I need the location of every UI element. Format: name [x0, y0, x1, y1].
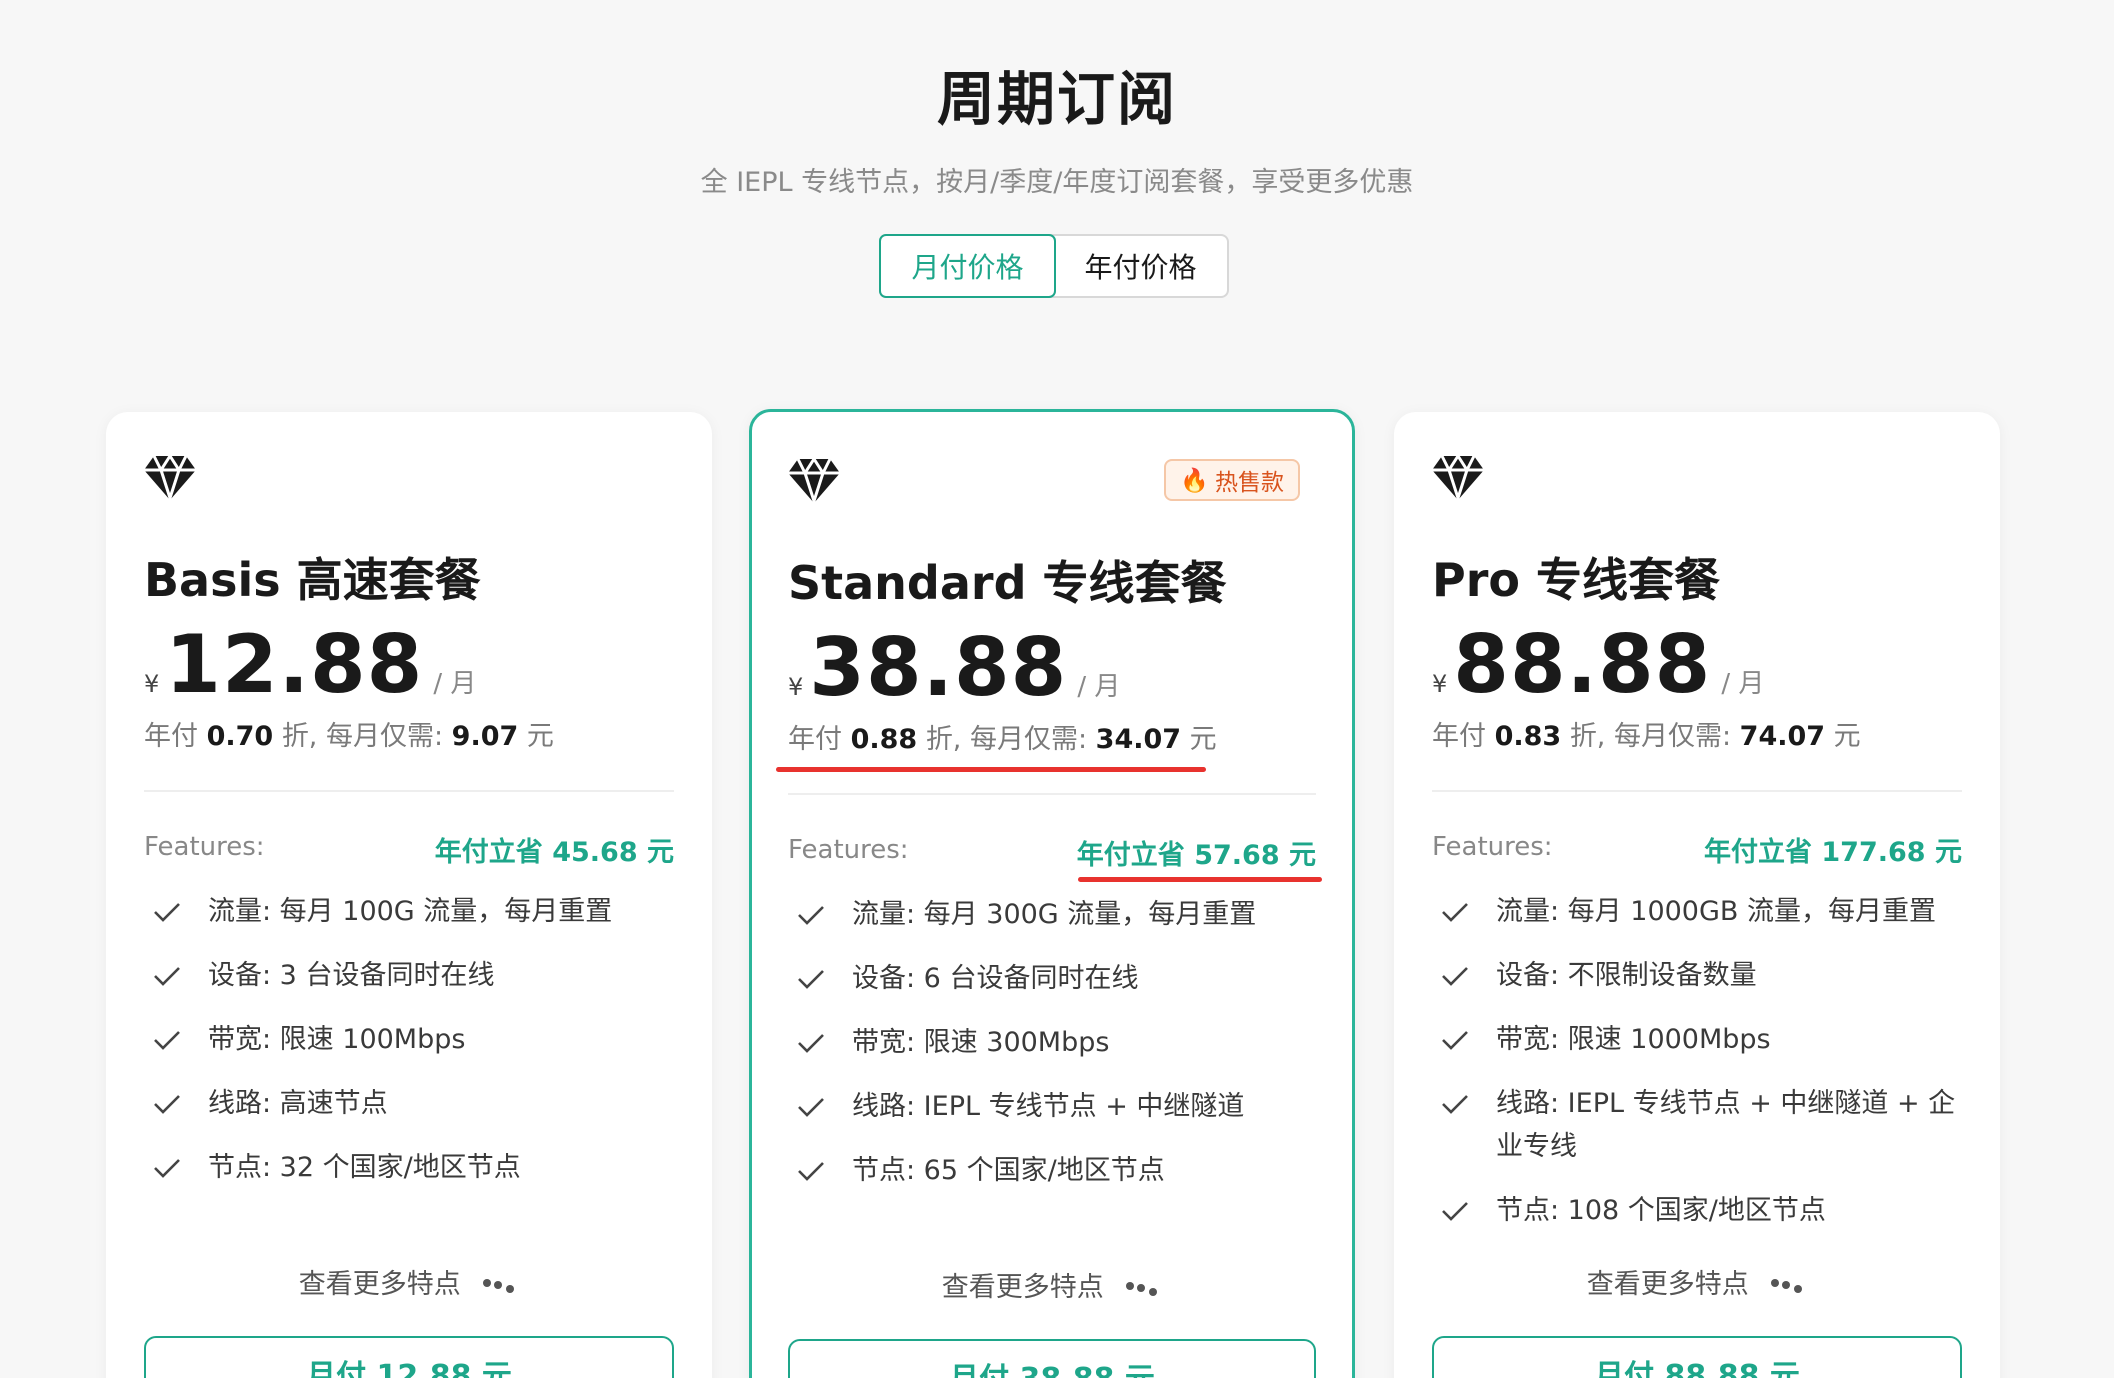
plan-price: 12.88	[165, 618, 424, 711]
check-icon	[1442, 903, 1468, 922]
feature-item: 流量: 每月 1000GB 流量，每月重置	[1440, 890, 1962, 933]
buy-monthly-button[interactable]: 月付 12.88 元	[144, 1336, 674, 1378]
check-icon	[798, 906, 824, 925]
view-more-features-link[interactable]: 查看更多特点	[144, 1262, 674, 1301]
page-title: 周期订阅	[936, 65, 1177, 133]
feature-item: 带宽: 限速 100Mbps	[152, 1018, 674, 1061]
price-row: ¥ 38.88 / 月	[788, 621, 1120, 714]
price-period: / 月	[1721, 669, 1765, 699]
check-icon	[798, 1034, 824, 1053]
price-period: / 月	[433, 669, 477, 699]
features-label: Features:	[1432, 832, 1553, 862]
check-icon	[798, 1162, 824, 1181]
price-period: / 月	[1077, 672, 1121, 702]
price-row: ¥ 12.88 / 月	[144, 618, 476, 711]
diamond-icon	[788, 457, 840, 503]
plan-name: Basis 高速套餐	[144, 553, 481, 607]
feature-item: 节点: 32 个国家/地区节点	[152, 1146, 674, 1189]
feature-list: 流量: 每月 300G 流量，每月重置 设备: 6 台设备同时在线 带宽: 限速…	[796, 893, 1316, 1213]
feature-item: 设备: 3 台设备同时在线	[152, 954, 674, 997]
fire-icon: 🔥	[1180, 467, 1209, 494]
check-icon	[154, 967, 180, 986]
feature-list: 流量: 每月 100G 流量，每月重置 设备: 3 台设备同时在线 带宽: 限速…	[152, 890, 674, 1210]
plan-name: Standard 专线套餐	[788, 556, 1227, 610]
check-icon	[154, 903, 180, 922]
feature-item: 线路: IEPL 专线节点 + 中继隧道 + 企业专线	[1440, 1082, 1962, 1168]
page-subtitle: 全 IEPL 专线节点，按月/季度/年度订阅套餐，享受更多优惠	[700, 167, 1414, 198]
feature-list: 流量: 每月 1000GB 流量，每月重置 设备: 不限制设备数量 带宽: 限速…	[1440, 890, 1962, 1253]
annotation-underline	[1078, 877, 1322, 882]
dots-icon	[1126, 1281, 1158, 1296]
annual-discount-note: 年付 0.88 折, 每月仅需: 34.07 元	[788, 724, 1217, 755]
yearly-price-tab[interactable]: 年付价格	[1054, 236, 1227, 296]
plan-price: 88.88	[1453, 618, 1712, 711]
check-icon	[1442, 1031, 1468, 1050]
features-label: Features:	[144, 832, 265, 862]
billing-toggle: 月付价格 年付价格	[879, 234, 1229, 298]
check-icon	[154, 1159, 180, 1178]
buy-monthly-button[interactable]: 月付 38.88 元	[788, 1339, 1316, 1378]
buy-monthly-button[interactable]: 月付 88.88 元	[1432, 1336, 1962, 1378]
feature-item: 流量: 每月 100G 流量，每月重置	[152, 890, 674, 933]
annotation-underline	[776, 767, 1206, 772]
feature-item: 带宽: 限速 300Mbps	[796, 1021, 1316, 1064]
divider	[788, 793, 1316, 795]
hot-sale-badge: 🔥 热售款	[1164, 459, 1300, 501]
check-icon	[154, 1095, 180, 1114]
plan-card-standard: 🔥 热售款 Standard 专线套餐 ¥ 38.88 / 月 年付 0.88 …	[749, 409, 1355, 1378]
feature-item: 设备: 不限制设备数量	[1440, 954, 1962, 997]
plan-price: 38.88	[809, 621, 1068, 714]
annual-save-note: 年付立省 57.68 元	[1076, 840, 1316, 871]
currency-symbol: ¥	[1432, 670, 1448, 698]
feature-item: 线路: 高速节点	[152, 1082, 674, 1125]
plan-card-pro: Pro 专线套餐 ¥ 88.88 / 月 年付 0.83 折, 每月仅需: 74…	[1394, 412, 2000, 1378]
divider	[144, 790, 674, 792]
diamond-icon	[144, 454, 196, 500]
feature-item: 流量: 每月 300G 流量，每月重置	[796, 893, 1316, 936]
check-icon	[798, 970, 824, 989]
annual-discount-note: 年付 0.70 折, 每月仅需: 9.07 元	[144, 721, 554, 752]
feature-item: 带宽: 限速 1000Mbps	[1440, 1018, 1962, 1061]
check-icon	[154, 1031, 180, 1050]
check-icon	[1442, 967, 1468, 986]
currency-symbol: ¥	[144, 670, 160, 698]
check-icon	[1442, 1095, 1468, 1114]
annual-save-note: 年付立省 45.68 元	[434, 837, 674, 868]
plan-card-basis: Basis 高速套餐 ¥ 12.88 / 月 年付 0.70 折, 每月仅需: …	[106, 412, 712, 1378]
monthly-price-tab[interactable]: 月付价格	[879, 234, 1056, 298]
check-icon	[798, 1098, 824, 1117]
view-more-features-link[interactable]: 查看更多特点	[1432, 1262, 1962, 1301]
plan-name: Pro 专线套餐	[1432, 553, 1721, 607]
diamond-icon	[1432, 454, 1484, 500]
feature-item: 节点: 108 个国家/地区节点	[1440, 1189, 1962, 1232]
feature-item: 线路: IEPL 专线节点 + 中继隧道	[796, 1085, 1316, 1128]
features-label: Features:	[788, 835, 909, 865]
currency-symbol: ¥	[788, 673, 804, 701]
feature-item: 节点: 65 个国家/地区节点	[796, 1149, 1316, 1192]
price-row: ¥ 88.88 / 月	[1432, 618, 1764, 711]
feature-item: 设备: 6 台设备同时在线	[796, 957, 1316, 1000]
pricing-page: 周期订阅 全 IEPL 专线节点，按月/季度/年度订阅套餐，享受更多优惠 月付价…	[0, 0, 2114, 1378]
annual-discount-note: 年付 0.83 折, 每月仅需: 74.07 元	[1432, 721, 1861, 752]
dots-icon	[483, 1278, 515, 1293]
annual-save-note: 年付立省 177.68 元	[1704, 837, 1962, 868]
dots-icon	[1771, 1278, 1803, 1293]
view-more-features-link[interactable]: 查看更多特点	[788, 1265, 1316, 1304]
divider	[1432, 790, 1962, 792]
check-icon	[1442, 1202, 1468, 1221]
